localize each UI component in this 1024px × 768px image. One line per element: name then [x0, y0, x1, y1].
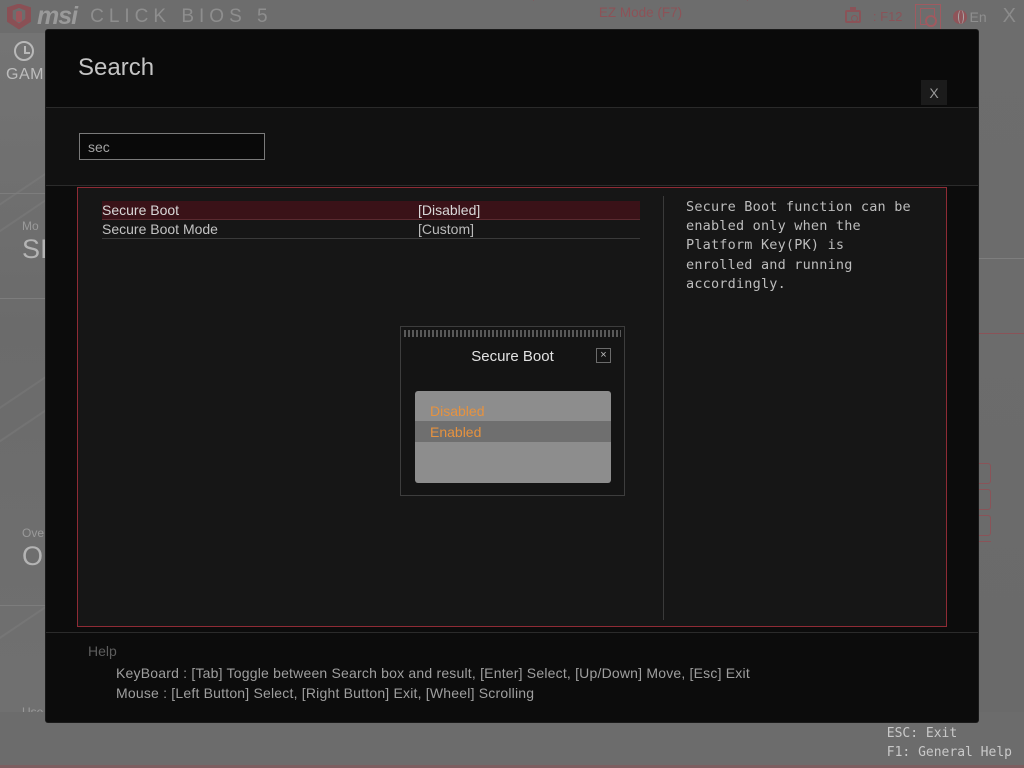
camera-icon[interactable] — [844, 7, 861, 23]
search-modal-footer: Help KeyBoard : [Tab] Toggle between Sea… — [46, 632, 978, 722]
screenshot-key-label: : F12 — [872, 9, 903, 24]
key-help-f1: F1: General Help — [886, 745, 1012, 760]
footer-help-label: Help — [88, 643, 117, 659]
bios-topbar: msi CLICK BIOS 5 EZ Mode (F7) : F12 En X — [0, 0, 1024, 33]
dialog-option-list: Disabled Enabled — [415, 391, 611, 483]
result-value: [Custom] — [418, 221, 475, 237]
ez-mode-button[interactable]: EZ Mode (F7) — [533, 0, 748, 30]
bios-screen: GAMI Mo SI Ove O Use M-FLASH msi CLICK — [0, 0, 1024, 768]
clock-icon — [14, 41, 34, 61]
msi-logo: msi CLICK BIOS 5 — [7, 2, 273, 31]
table-row[interactable]: Secure Boot Mode [Custom] — [102, 220, 640, 239]
search-modal: Search X Secure Boot [Disabled] Secure B… — [46, 30, 978, 722]
search-input[interactable] — [79, 133, 265, 160]
close-search-modal-button[interactable]: X — [921, 80, 947, 105]
sidebar-item-oc-label: O — [22, 541, 44, 571]
globe-icon — [952, 9, 967, 24]
gaming-label: GAMI — [6, 66, 49, 83]
close-bios-button[interactable]: X — [1003, 5, 1016, 28]
secure-boot-dialog: Secure Boot × Disabled Enabled — [400, 326, 625, 496]
search-input-row — [46, 108, 978, 186]
search-modal-header: Search — [46, 30, 978, 108]
list-item[interactable]: Disabled — [415, 400, 611, 421]
key-help-esc: ESC: Exit — [886, 726, 958, 741]
page-title: Search — [78, 54, 155, 81]
sidebar-item-oc-sub: Ove — [22, 526, 45, 540]
product-text: CLICK BIOS 5 — [90, 5, 273, 27]
brand-text: msi — [37, 2, 78, 30]
sidebar-item-settings[interactable]: Mo SI — [22, 219, 48, 265]
topbar-actions: : F12 En X — [844, 0, 1016, 33]
result-name: Secure Boot — [102, 202, 180, 218]
language-selector[interactable]: En — [952, 8, 987, 25]
table-row[interactable]: Secure Boot [Disabled] — [102, 201, 640, 220]
search-icon — [920, 8, 938, 27]
global-key-help: ESC: Exit F1: General Help — [887, 724, 1012, 762]
sidebar-item-settings-label: SI — [22, 234, 48, 264]
dialog-drag-grip[interactable] — [404, 330, 621, 337]
results-divider — [663, 196, 664, 620]
search-results-list: Secure Boot [Disabled] Secure Boot Mode … — [78, 201, 662, 239]
sidebar-item-oc[interactable]: Ove O — [22, 526, 44, 572]
ez-mode-label: EZ Mode (F7) — [598, 5, 683, 20]
footer-mouse-help: Mouse : [Left Button] Select, [Right But… — [116, 685, 535, 701]
list-item[interactable]: Enabled — [415, 421, 611, 442]
close-dialog-button[interactable]: × — [596, 348, 611, 363]
help-description: Secure Boot function can be enabled only… — [686, 199, 911, 292]
result-name: Secure Boot Mode — [102, 221, 218, 237]
language-label: En — [969, 8, 987, 25]
result-value: [Disabled] — [418, 202, 481, 218]
dialog-title: Secure Boot — [471, 348, 554, 365]
msi-dragon-logo-icon — [7, 3, 31, 30]
sidebar-item-settings-sub: Mo — [22, 219, 39, 233]
search-button[interactable] — [914, 3, 941, 30]
footer-keyboard-help: KeyBoard : [Tab] Toggle between Search b… — [116, 665, 750, 681]
